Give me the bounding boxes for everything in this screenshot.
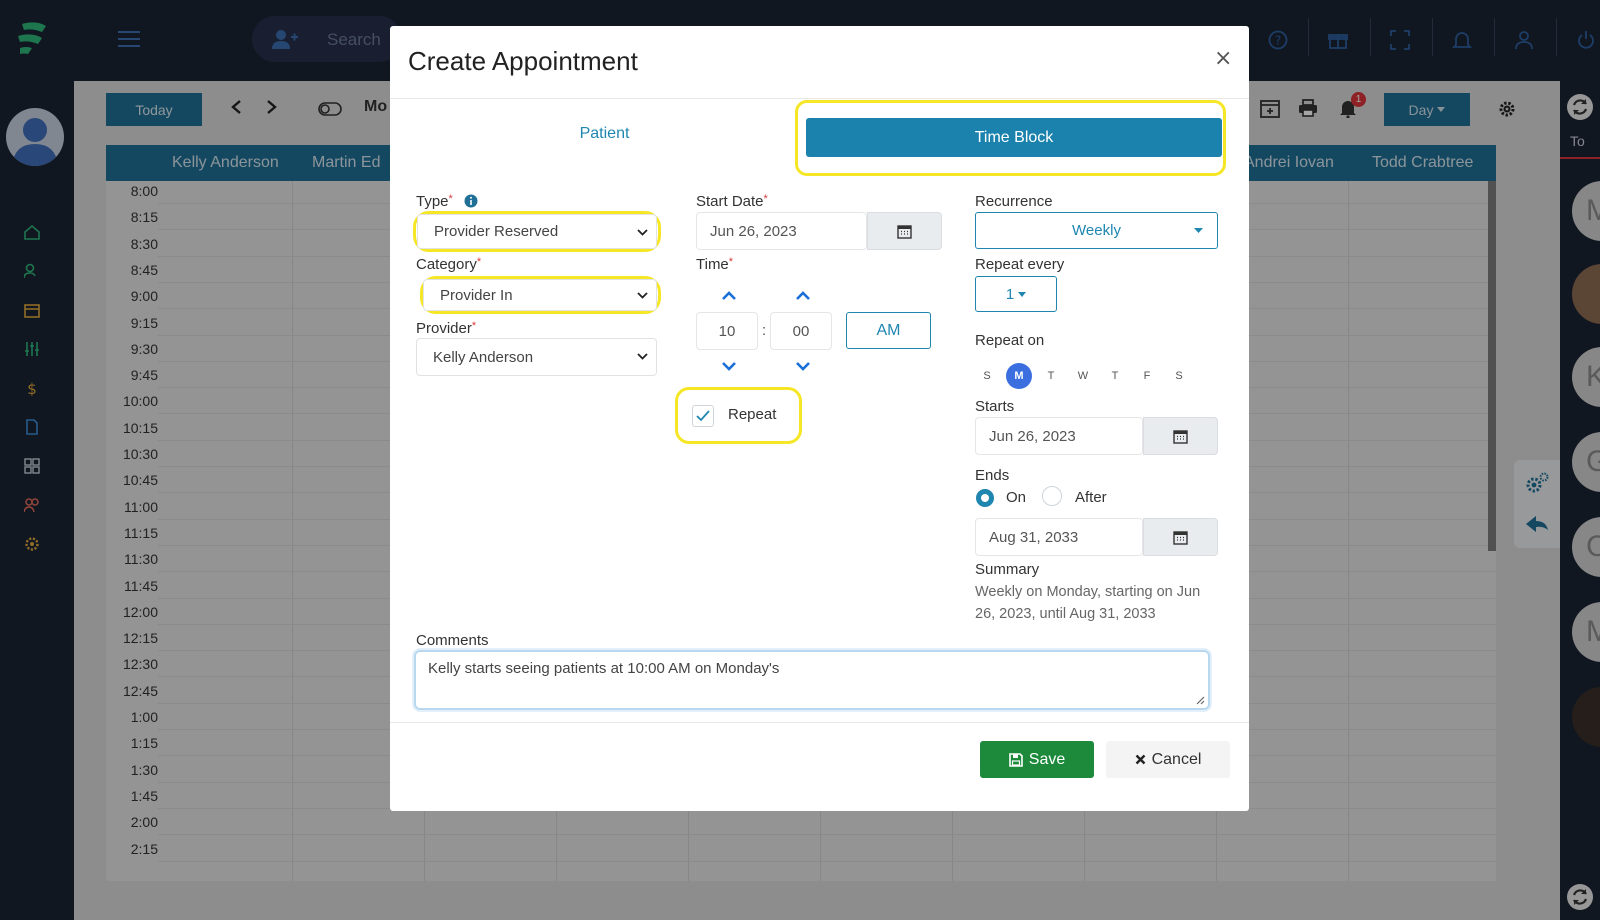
chevron-down-icon	[637, 229, 648, 236]
day-of-week-friday[interactable]: F	[1134, 363, 1160, 389]
comments-label: Comments	[416, 632, 489, 649]
day-of-week-monday[interactable]: M	[1006, 363, 1032, 389]
start-date-picker-button[interactable]	[867, 212, 942, 250]
recurrence-dropdown[interactable]: Weekly	[975, 212, 1218, 249]
provider-value: Kelly Anderson	[433, 348, 534, 366]
modal-title: Create Appointment	[408, 46, 638, 76]
footer-divider	[390, 722, 1249, 723]
x-mark-icon	[1135, 754, 1146, 765]
tab-patient[interactable]: Patient	[390, 114, 819, 154]
chevron-down-icon	[637, 353, 648, 360]
minute-down-chevron-icon[interactable]	[796, 362, 810, 371]
ends-on-radio[interactable]	[976, 489, 994, 507]
caret-down-icon	[1018, 291, 1027, 297]
repeat-on-label: Repeat on	[975, 332, 1045, 349]
category-label: Category*	[416, 256, 482, 273]
repeat-every-label: Repeat every	[975, 256, 1065, 273]
summary-label: Summary	[975, 561, 1040, 578]
calendar-icon	[897, 224, 912, 239]
tab-time-block[interactable]: Time Block	[806, 118, 1222, 157]
starts-date-input[interactable]: Jun 26, 2023	[975, 417, 1143, 455]
day-of-week-thursday[interactable]: T	[1102, 363, 1128, 389]
hour-down-chevron-icon[interactable]	[722, 362, 736, 371]
info-icon[interactable]	[464, 194, 478, 208]
start-date-label: Start Date*	[696, 193, 768, 210]
summary-text: Weekly on Monday, starting on Jun 26, 20…	[975, 584, 1201, 622]
checkmark-icon	[696, 410, 710, 422]
ends-on-label[interactable]: On	[1006, 489, 1026, 506]
calendar-icon	[1173, 530, 1188, 545]
day-of-week-sunday[interactable]: S	[974, 363, 1000, 389]
recurrence-label: Recurrence	[975, 193, 1053, 210]
comments-textarea[interactable]: Kelly starts seeing patients at 10:00 AM…	[414, 650, 1210, 710]
hour-up-chevron-icon[interactable]	[722, 291, 736, 300]
header-divider	[390, 98, 1249, 99]
comments-value: Kelly starts seeing patients at 10:00 AM…	[428, 660, 780, 677]
minute-up-chevron-icon[interactable]	[796, 291, 810, 300]
save-button[interactable]: Save	[980, 741, 1094, 778]
chevron-down-icon	[637, 292, 648, 299]
provider-label: Provider*	[416, 320, 477, 337]
close-icon[interactable]: ×	[1214, 46, 1232, 71]
day-of-week-saturday[interactable]: S	[1166, 363, 1192, 389]
repeat-every-dropdown[interactable]: 1	[975, 276, 1057, 312]
time-separator: :	[762, 322, 767, 339]
caret-down-icon	[1194, 228, 1203, 233]
ends-after-radio[interactable]	[1042, 486, 1062, 506]
cancel-button[interactable]: Cancel	[1106, 741, 1230, 778]
resize-handle-icon[interactable]	[1196, 696, 1205, 705]
ends-date-input[interactable]: Aug 31, 2033	[975, 518, 1143, 556]
create-appointment-modal: Create Appointment × Patient Time Block …	[390, 26, 1249, 811]
am-pm-toggle[interactable]: AM	[846, 312, 931, 349]
ends-date-picker-button[interactable]	[1143, 518, 1218, 556]
starts-date-picker-button[interactable]	[1143, 417, 1218, 455]
repeat-label[interactable]: Repeat	[728, 406, 776, 423]
type-value: Provider Reserved	[434, 223, 559, 240]
save-label: Save	[1028, 750, 1066, 768]
starts-label: Starts	[975, 398, 1015, 415]
repeat-every-value: 1	[1005, 285, 1015, 303]
hour-value: 10	[718, 322, 736, 340]
time-label: Time*	[696, 256, 734, 273]
hour-input[interactable]: 10	[696, 312, 758, 350]
floppy-disk-icon	[1008, 752, 1023, 767]
recurrence-value: Weekly	[1072, 222, 1121, 239]
type-select[interactable]: Provider Reserved	[417, 214, 657, 249]
category-select[interactable]: Provider In	[423, 279, 657, 311]
day-of-week-tuesday[interactable]: T	[1038, 363, 1064, 389]
starts-value: Jun 26, 2023	[989, 427, 1076, 445]
start-date-input[interactable]: Jun 26, 2023	[696, 212, 867, 250]
provider-select[interactable]: Kelly Anderson	[416, 338, 657, 376]
start-date-value: Jun 26, 2023	[710, 222, 797, 240]
category-value: Provider In	[440, 286, 513, 304]
day-of-week-wednesday[interactable]: W	[1070, 363, 1096, 389]
repeat-checkbox[interactable]	[692, 405, 714, 427]
ends-value: Aug 31, 2033	[989, 528, 1079, 546]
ends-after-label[interactable]: After	[1075, 489, 1107, 506]
cancel-label: Cancel	[1151, 750, 1202, 768]
minute-value: 00	[792, 322, 810, 340]
minute-input[interactable]: 00	[770, 312, 832, 350]
ends-label: Ends	[975, 467, 1010, 484]
type-label: Type*	[416, 193, 453, 210]
calendar-icon	[1173, 429, 1188, 444]
